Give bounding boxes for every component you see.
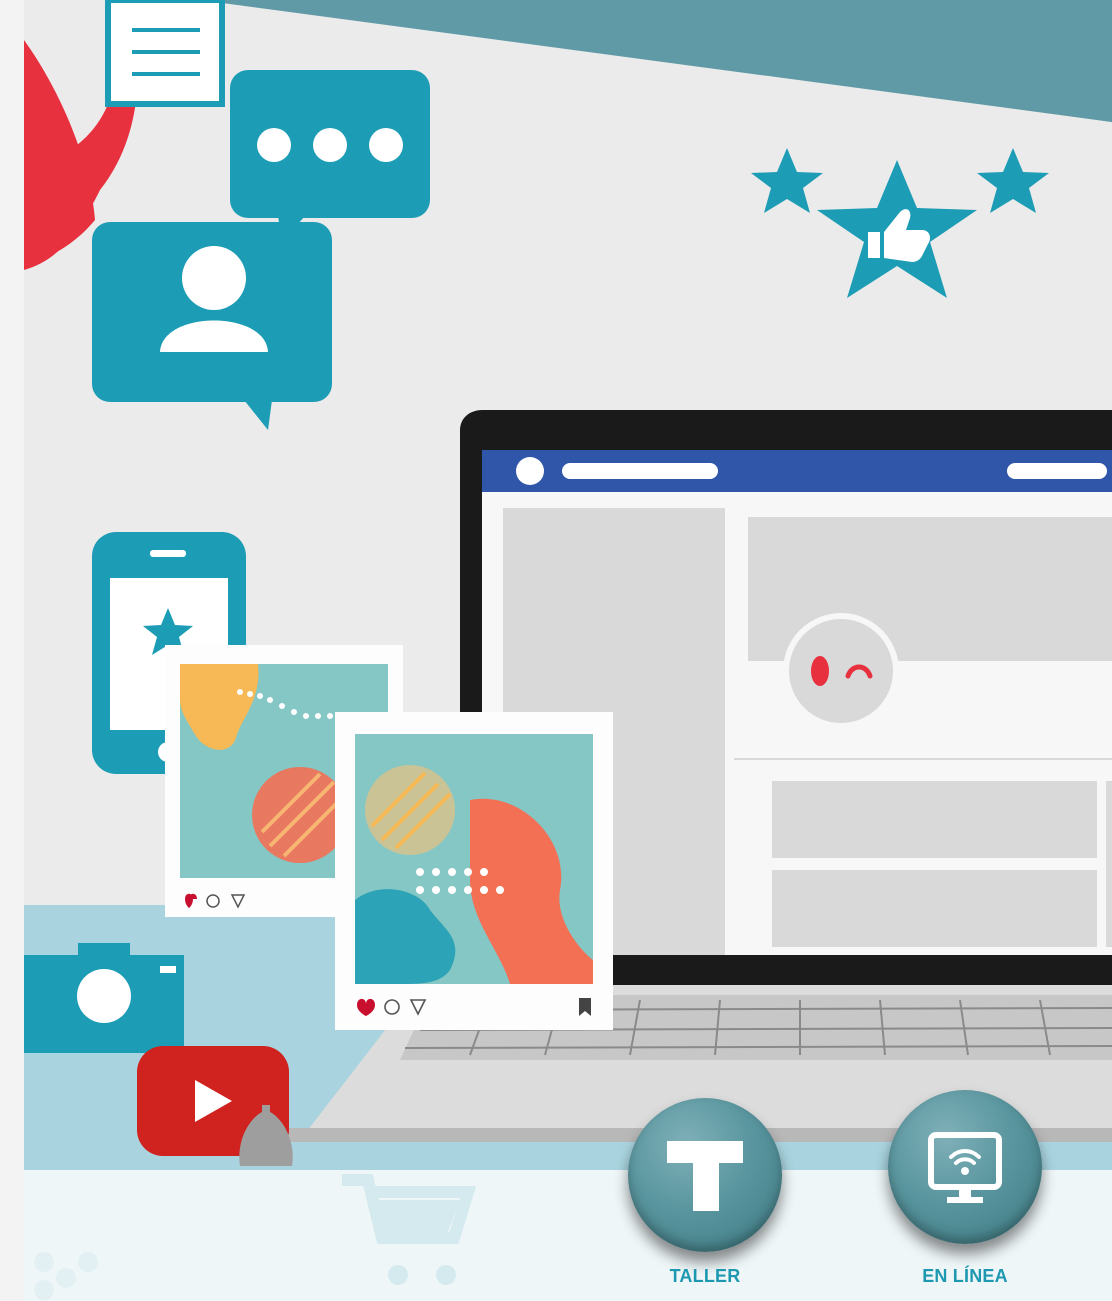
taller-label: TALLER bbox=[669, 1266, 741, 1286]
en-linea-label: EN LÍNEA bbox=[922, 1266, 1008, 1286]
chat-bubble-icon bbox=[230, 70, 430, 242]
user-chat-icon bbox=[92, 222, 332, 430]
camera-icon bbox=[24, 943, 184, 1053]
social-post-card bbox=[335, 712, 613, 1030]
wifi-monitor-icon bbox=[928, 1132, 1002, 1203]
document-icon bbox=[105, 0, 225, 107]
en-linea-badge[interactable] bbox=[888, 1090, 1042, 1244]
letter-t-icon bbox=[667, 1141, 743, 1211]
taller-badge[interactable] bbox=[628, 1098, 782, 1252]
